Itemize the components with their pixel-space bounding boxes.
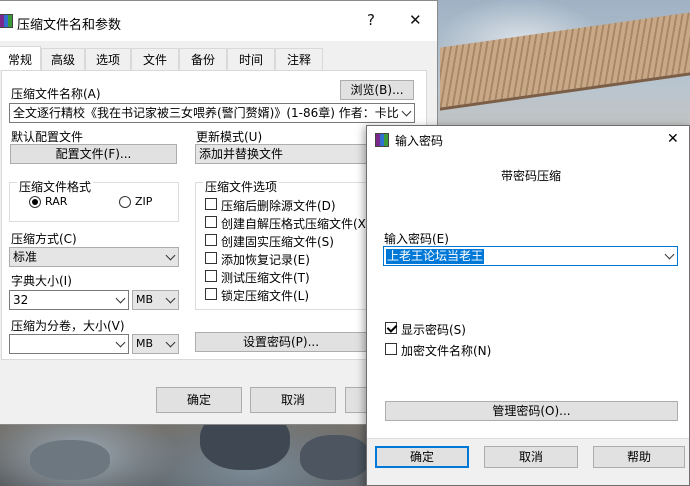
split-unit-value: MB <box>136 337 154 350</box>
profiles-button[interactable]: 配置文件(F)... <box>10 144 177 164</box>
test-archive-checkbox[interactable] <box>205 270 217 282</box>
password-help-button[interactable]: 帮助 <box>593 446 685 468</box>
password-panel <box>367 154 689 439</box>
organize-passwords-button[interactable]: 管理密码(O)... <box>385 401 678 421</box>
main-title-bar[interactable]: 压缩文件名和参数 ? ✕ <box>0 1 437 41</box>
compression-method-value: 标准 <box>13 250 38 264</box>
archive-name-label: 压缩文件名称(A) <box>11 87 101 101</box>
create-sfx-checkbox[interactable] <box>205 216 217 228</box>
enter-password-dialog: 输入密码 ✕ 带密码压缩 输入密码(E) 上老王论坛当老王 显示密码(S) 加密… <box>366 125 690 486</box>
format-zip-radio[interactable] <box>119 196 131 208</box>
chevron-down-icon[interactable] <box>165 293 176 304</box>
wallpaper-rock <box>30 440 110 480</box>
compression-method-label: 压缩方式(C) <box>11 232 77 246</box>
create-sfx-label[interactable]: 创建自解压格式压缩文件(X) <box>221 215 371 232</box>
password-ok-button[interactable]: 确定 <box>375 446 469 468</box>
lock-archive-label[interactable]: 锁定压缩文件(L) <box>221 287 309 304</box>
dictionary-size-label: 字典大小(I) <box>11 274 72 288</box>
update-mode-label: 更新模式(U) <box>196 130 263 144</box>
tab-comment[interactable]: 注释 <box>275 48 323 70</box>
create-solid-label[interactable]: 创建固实压缩文件(S) <box>221 233 334 250</box>
help-icon[interactable]: ? <box>367 11 375 29</box>
tab-time[interactable]: 时间 <box>227 48 275 70</box>
format-rar-radio[interactable] <box>29 196 41 208</box>
cancel-button[interactable]: 取消 <box>250 387 336 413</box>
ok-button[interactable]: 确定 <box>156 387 242 413</box>
close-icon[interactable]: ✕ <box>409 11 422 29</box>
dictionary-size-value: 32 <box>13 293 29 307</box>
test-archive-label[interactable]: 测试压缩文件(T) <box>221 269 310 286</box>
delete-after-archiving-label[interactable]: 压缩后删除源文件(D) <box>221 197 336 214</box>
split-volumes-label: 压缩为分卷，大小(V) <box>11 319 125 333</box>
chevron-down-icon[interactable] <box>115 337 126 348</box>
chevron-down-icon[interactable] <box>401 106 412 117</box>
lock-archive-checkbox[interactable] <box>205 288 217 300</box>
split-unit-combo[interactable]: MB <box>132 334 179 354</box>
compression-method-combo[interactable]: 标准 <box>9 247 179 267</box>
close-icon[interactable]: ✕ <box>667 131 679 147</box>
update-mode-value: 添加并替换文件 <box>199 147 284 161</box>
password-cancel-button[interactable]: 取消 <box>484 446 578 468</box>
archive-name-combo[interactable]: 全文逐行精校《我在书记家被三女喂养(警门赘婿)》(1-86章) 作者：卡比 <box>9 103 415 123</box>
wallpaper-boardwalk <box>440 12 690 111</box>
password-label: 输入密码(E) <box>384 232 449 246</box>
winrar-icon <box>375 133 389 147</box>
chevron-down-icon[interactable] <box>165 250 176 261</box>
format-rar-label[interactable]: RAR <box>45 195 67 208</box>
password-value: 上老王论坛当老王 <box>386 249 485 264</box>
password-dialog-title: 输入密码 <box>395 134 444 148</box>
encrypt-file-names-label[interactable]: 加密文件名称(N) <box>401 342 491 359</box>
chevron-down-icon[interactable] <box>664 249 675 260</box>
password-input[interactable]: 上老王论坛当老王 <box>383 246 678 266</box>
default-profile-label: 默认配置文件 <box>11 130 84 144</box>
wallpaper-rock <box>300 435 370 480</box>
tab-advanced[interactable]: 高级 <box>41 48 85 70</box>
show-password-label[interactable]: 显示密码(S) <box>401 321 466 338</box>
archive-format-label: 压缩文件格式 <box>17 178 94 195</box>
winrar-icon <box>0 14 13 28</box>
dictionary-unit-value: MB <box>136 293 154 306</box>
set-password-button[interactable]: 设置密码(P)... <box>195 332 367 352</box>
archive-name-value: 全文逐行精校《我在书记家被三女喂养(警门赘婿)》(1-86章) 作者：卡比 <box>13 106 399 120</box>
tab-options[interactable]: 选项 <box>85 48 131 70</box>
archive-options-label: 压缩文件选项 <box>203 178 280 195</box>
split-volumes-combo[interactable] <box>9 334 129 354</box>
tab-backup[interactable]: 备份 <box>179 48 227 70</box>
encrypt-file-names-checkbox[interactable] <box>385 343 397 355</box>
format-zip-label[interactable]: ZIP <box>135 195 152 208</box>
chevron-down-icon[interactable] <box>165 337 176 348</box>
password-heading: 带密码压缩 <box>501 169 562 183</box>
dictionary-size-combo[interactable]: 32 <box>9 290 129 310</box>
password-title-bar[interactable]: 输入密码 ✕ <box>367 126 689 154</box>
browse-button[interactable]: 浏览(B)... <box>340 80 414 100</box>
update-mode-combo[interactable]: 添加并替换文件 <box>195 144 367 164</box>
dictionary-unit-combo[interactable]: MB <box>132 290 179 310</box>
delete-after-archiving-checkbox[interactable] <box>205 198 217 210</box>
tab-files[interactable]: 文件 <box>131 48 179 70</box>
tab-general[interactable]: 常规 <box>0 46 41 70</box>
add-recovery-record-label[interactable]: 添加恢复记录(E) <box>221 251 310 268</box>
main-dialog-title: 压缩文件名和参数 <box>17 18 122 33</box>
create-solid-checkbox[interactable] <box>205 234 217 246</box>
chevron-down-icon[interactable] <box>115 293 126 304</box>
add-recovery-record-checkbox[interactable] <box>205 252 217 264</box>
show-password-checkbox[interactable] <box>385 322 397 334</box>
